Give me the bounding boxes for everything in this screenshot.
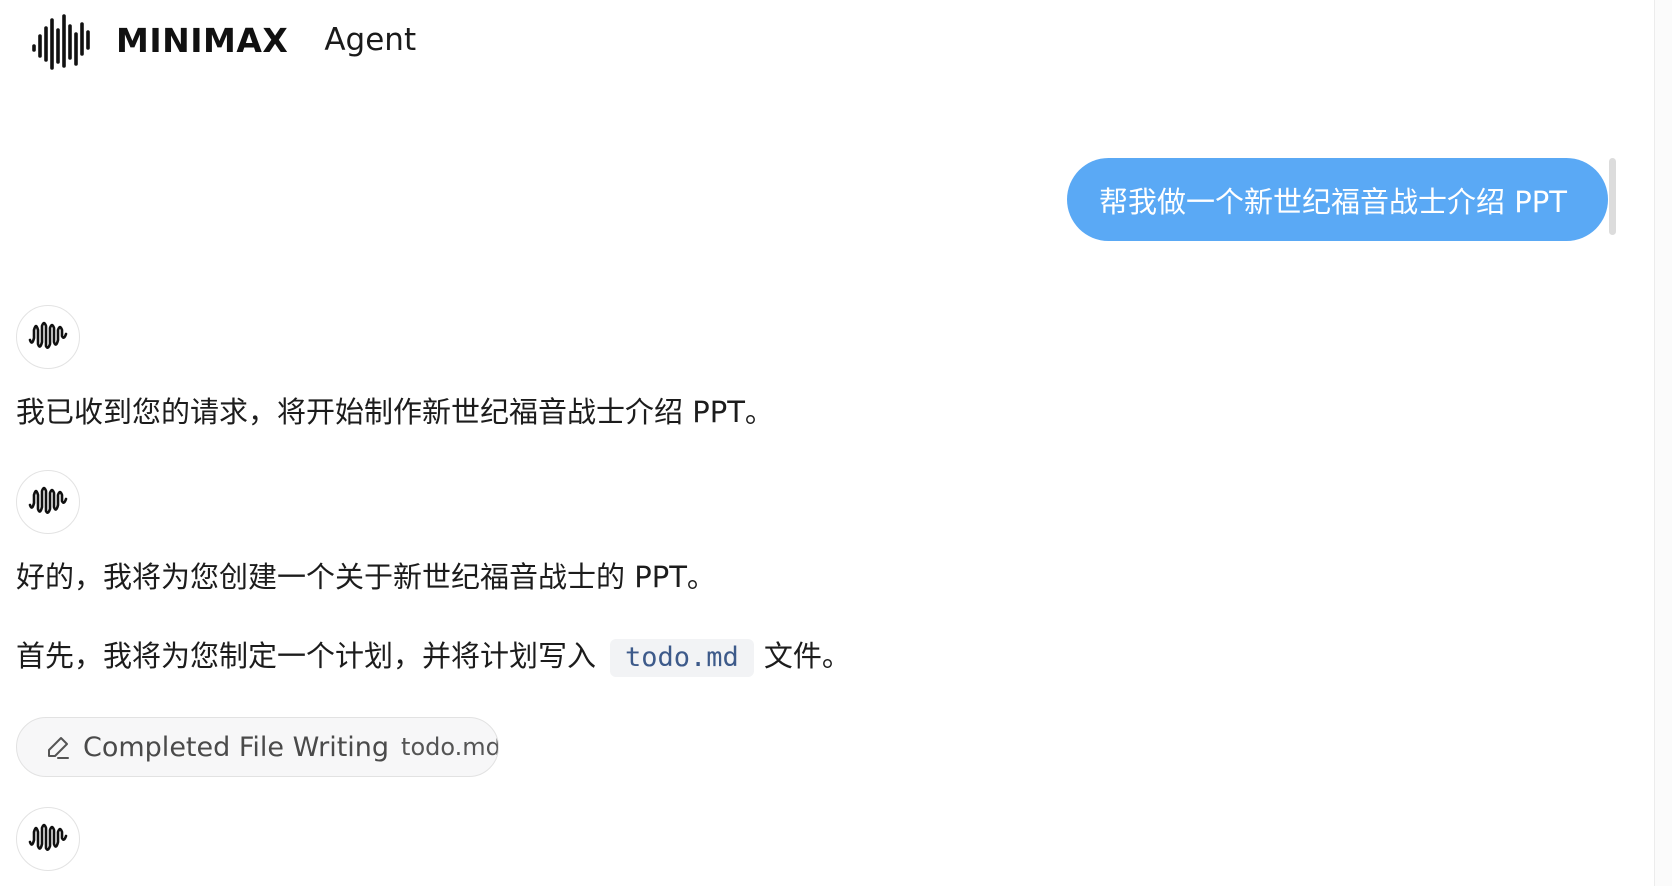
agent-message-with-code: 首先，我将为您制定一个计划，并将计划写入 todo.md 文件。 [16,636,851,677]
brand-name: MINIMAX [116,20,289,60]
agent-avatar [16,305,80,369]
message-text-after-code: 文件。 [763,639,851,673]
pencil-icon [45,732,71,762]
user-message-text: 帮我做一个新世纪福音战士介绍 PPT [1099,184,1567,219]
waveform-avatar-icon [27,318,69,356]
tool-status-label: Completed File Writing [83,731,390,763]
agent-chat-app: MINIMAX Agent 帮我做一个新世纪福音战士介绍 PPT 我已收到您的请… [0,0,1672,886]
app-header: MINIMAX Agent [30,10,416,70]
agent-message: 我已收到您的请求，将开始制作新世纪福音战士介绍 PPT。 [16,395,774,429]
user-message-bubble: 帮我做一个新世纪福音战士介绍 PPT [1067,158,1608,241]
agent-avatar [16,807,80,871]
scroll-edge[interactable] [1654,0,1672,886]
message-text-before-code: 首先，我将为您制定一个计划，并将计划写入 [16,639,597,673]
agent-avatar [16,470,80,534]
waveform-avatar-icon [27,483,69,521]
agent-message: 好的，我将为您创建一个关于新世纪福音战士的 PPT。 [16,560,716,594]
waveform-avatar-icon [27,820,69,858]
tool-status-file: todo.md [401,733,499,761]
inline-code-filename: todo.md [610,639,754,677]
product-name: Agent [324,21,417,58]
file-writing-status-chip[interactable]: Completed File Writing todo.md [16,717,499,777]
waveform-logo-icon [30,10,96,70]
message-scrollbar[interactable] [1609,158,1616,235]
